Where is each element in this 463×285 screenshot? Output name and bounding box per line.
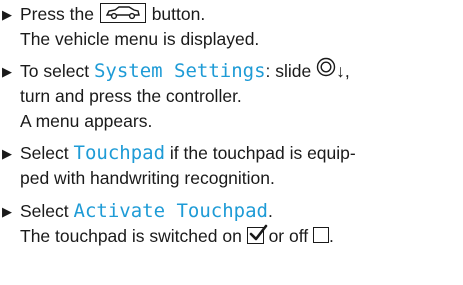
step-3-line-1: Select Touchpad if the touchpad is equip…: [20, 141, 463, 166]
step-1-text-post: button.: [151, 4, 206, 24]
step-2-line-3: A menu appears.: [20, 111, 153, 131]
step-2: ▶ To select System Settings: slide ↓, tu…: [0, 57, 463, 134]
menu-item-activate-touchpad: Activate Touchpad: [73, 200, 268, 222]
step-2-line-2: turn and press the controller.: [20, 86, 242, 106]
step-1: ▶ Press the button. The vehicle menu is …: [0, 2, 463, 52]
step-2-text-mid: : slide: [265, 61, 312, 82]
step-3-text-post: if the touchpad is equip-: [169, 143, 356, 163]
menu-item-touchpad: Touchpad: [73, 142, 166, 164]
step-1-text-pre: Press the: [20, 4, 94, 24]
bullet-icon: ▶: [2, 64, 12, 79]
step-1-line-1: Press the button.: [20, 2, 463, 27]
step-3-text-pre: Select: [20, 143, 69, 163]
controller-icon: [316, 57, 336, 84]
bullet-icon: ▶: [2, 204, 12, 219]
bullet-icon: ▶: [2, 146, 12, 161]
step-4-text-post: .: [267, 201, 273, 221]
menu-item-system-settings: System Settings: [93, 60, 266, 83]
step-4-line-2: The touchpad is switched on or off .: [20, 224, 463, 249]
bullet-icon: ▶: [2, 7, 12, 22]
step-2-line-1: To select System Settings: slide ↓,: [20, 57, 463, 84]
step-4-text-post-2: .: [329, 226, 334, 246]
vehicle-button-icon: [99, 3, 146, 24]
step-1-line-2: The vehicle menu is displayed.: [20, 29, 260, 49]
step-2-text-post: ,: [344, 61, 350, 82]
step-4-text-pre: Select: [20, 201, 69, 221]
step-3-line-2: ped with handwriting recognition.: [20, 168, 275, 188]
step-4: ▶ Select Activate Touchpad. The touchpad…: [0, 199, 463, 249]
unchecked-box-icon: [313, 227, 330, 244]
checked-box-icon: [246, 224, 267, 244]
slide-down-arrow-icon: ↓: [336, 61, 345, 82]
step-4-text-pre-2: The touchpad is switched on: [20, 226, 242, 246]
step-2-text-pre: To select: [20, 61, 90, 82]
step-4-text-mid-2: or off: [268, 226, 309, 246]
step-4-line-1: Select Activate Touchpad.: [20, 199, 463, 224]
step-3: ▶ Select Touchpad if the touchpad is equ…: [0, 141, 463, 191]
